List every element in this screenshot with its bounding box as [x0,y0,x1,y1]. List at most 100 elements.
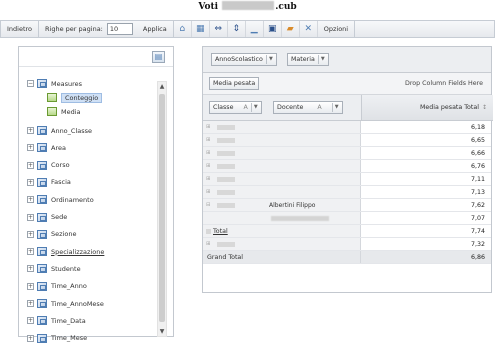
expand-icon[interactable]: + [27,334,34,342]
row-field-classe[interactable]: Classe A ▼ [209,101,262,114]
redacted-class [217,138,235,143]
dimension-icon [37,299,47,308]
expand-icon[interactable]: ⊞ [206,137,211,143]
expand-icon[interactable]: ⊞ [206,189,211,195]
chart-icon[interactable]: ▁ [246,21,264,37]
dropdown-icon[interactable]: ▼ [265,55,275,64]
tree-node-studente[interactable]: + Studente [27,262,81,275]
tree-node-ordinamento[interactable]: + Ordinamento [27,193,94,206]
tree-node-area[interactable]: + Area [27,141,66,154]
cell-value: 6,66 [470,150,485,157]
total-label[interactable]: Total [213,228,228,235]
data-field-media-pesata[interactable]: Media pesata [209,77,260,90]
field-tree: − Measures Conteggio Media + Anno_Classe +… [27,77,161,345]
tree-node-specializzazione[interactable]: + Specializzazione [27,245,104,258]
dimension-icon [37,195,47,205]
tree-node-anno_classe[interactable]: + Anno_Classe [27,124,92,137]
redacted-teacher [271,216,329,221]
dropdown-icon[interactable]: ▼ [250,103,260,112]
redacted-class [217,177,235,182]
collapse-icon[interactable]: − [27,80,34,87]
expand-icon[interactable]: + [27,248,34,256]
rows-per-page-label: Righe per pagina: [45,25,103,33]
expand-icon[interactable]: + [27,300,34,307]
expand-icon[interactable]: ⊞ [206,241,211,247]
redacted-class [217,164,235,169]
value-column-header[interactable]: Media pesata Total ↕ [361,95,493,121]
dropdown-icon[interactable]: ▼ [331,103,341,112]
data-area: Media pesata Drop Column Fields Here [203,73,491,95]
expand-icon[interactable]: + [27,196,34,204]
table-row: ⊞ 6,18 [203,121,491,134]
grid-icon[interactable]: ▦ [192,21,210,37]
expand-icon[interactable]: ⊞ [206,150,211,156]
dropdown-icon[interactable]: ▼ [317,55,327,64]
tree-node-measures[interactable]: − Measures [27,77,82,90]
expand-icon[interactable]: + [27,178,34,186]
redacted-class [217,151,235,156]
measures-folder-icon [37,79,47,88]
dimension-icon [37,264,47,274]
field-list-settings-icon[interactable]: ▤ [152,51,165,63]
export-icon[interactable]: ✕ [300,21,318,37]
layout-icon[interactable]: ⌂ [174,21,192,37]
expand-icon[interactable]: + [27,161,34,169]
tree-node-sezione[interactable]: + Sezione [27,228,76,241]
grand-total-row: Grand Total 6,86 [203,251,491,264]
filter-field-annoscolastico[interactable]: AnnoScolastico ▼ [211,53,277,66]
expand-columns-icon[interactable]: ⇔ [210,21,228,37]
redacted-class [206,229,211,234]
scroll-down-icon[interactable]: ▼ [158,327,166,336]
dimension-icon [37,229,47,239]
expand-icon[interactable]: ⊞ [206,176,211,182]
tree-node-time_mese[interactable]: + Time_Mese [27,332,87,345]
measure-icon [47,107,57,116]
tree-node-label: Corso [51,161,70,170]
table-row: ⊞ 7,13 [203,186,491,199]
tree-node-label: Time_AnnoMese [51,299,104,308]
expand-icon[interactable]: + [27,265,34,273]
folder-icon[interactable]: ▰ [282,21,300,37]
tree-node-label: Anno_Classe [51,126,93,135]
tree-node-fascia[interactable]: + Fascia [27,176,71,189]
expand-icon[interactable]: ⊞ [206,163,211,169]
expand-icon[interactable]: + [27,213,34,221]
sort-icon[interactable]: ↕ [482,104,487,111]
tree-node-time_data[interactable]: + Time_Data [27,314,86,327]
cell-value: 7,32 [470,241,485,248]
table-row: ⊞ 7,11 [203,173,491,186]
pivot-grid: AnnoScolastico ▼ Materia ▼ Media pesata Dr… [202,46,493,293]
sort-icon[interactable]: A [317,104,321,111]
redacted-title [222,1,275,10]
back-button[interactable]: Indietro [1,21,40,37]
filter-field-materia[interactable]: Materia ▼ [287,53,329,66]
expand-icon[interactable]: ⊞ [206,124,211,130]
sort-icon[interactable]: A [243,104,247,111]
apply-button[interactable]: Applica [137,21,174,37]
row-field-docente[interactable]: Docente A ▼ [273,101,343,114]
column-drop-hint: Drop Column Fields Here [404,80,483,87]
tree-node-corso[interactable]: + Corso [27,159,70,172]
tree-node-media[interactable]: Media [47,105,81,118]
tree-node-sede[interactable]: + Sede [27,211,67,224]
expand-icon[interactable]: + [27,127,34,134]
collapse-icon[interactable]: ⊟ [206,202,211,208]
dimension-icon [37,143,47,153]
expand-icon[interactable]: + [27,230,34,238]
tree-node-time_anno[interactable]: + Time_Anno [27,280,87,293]
redacted-class [217,203,235,208]
rows-per-page-input[interactable]: 10 [106,23,133,35]
expand-icon[interactable]: + [27,282,34,290]
redacted-class [217,125,235,130]
expand-icon[interactable]: + [27,317,34,325]
collapse-columns-icon[interactable]: ⇕ [228,21,246,37]
tree-node-time_annomese[interactable]: + Time_AnnoMese [27,297,104,310]
scroll-thumb[interactable] [159,94,165,322]
scroll-up-icon[interactable]: ▲ [158,82,166,91]
tree-node-conteggio[interactable]: Conteggio [47,91,103,104]
expand-icon[interactable]: + [27,144,34,152]
options-button[interactable]: Opzioni [318,21,356,37]
tree-node-label: Sede [51,213,68,221]
tree-scrollbar[interactable]: ▲ ▼ [157,81,167,337]
save-icon[interactable]: ▣ [264,21,282,37]
